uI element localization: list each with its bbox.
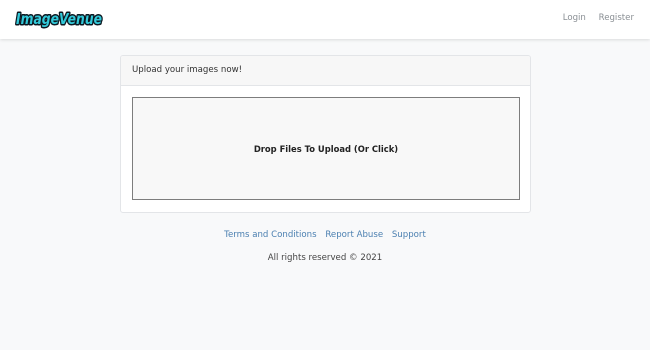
top-navbar: ImageVenue Login Register [0, 0, 650, 39]
support-link[interactable]: Support [392, 230, 426, 240]
upload-card-title: Upload your images now! [121, 56, 530, 86]
upload-card: Upload your images now! Drop Files To Up… [120, 55, 531, 213]
file-dropzone[interactable]: Drop Files To Upload (Or Click) [132, 97, 520, 200]
imagevenue-logo[interactable]: ImageVenue [15, 6, 105, 30]
copyright-text: All rights reserved © 2021 [267, 253, 383, 263]
report-abuse-link[interactable]: Report Abuse [325, 230, 383, 240]
footer-links: Terms and Conditions Report Abuse Suppor… [0, 230, 650, 240]
terms-link[interactable]: Terms and Conditions [224, 230, 316, 240]
logo-text: ImageVenue [16, 10, 102, 28]
login-link[interactable]: Login [563, 13, 586, 23]
nav-links: Login Register [553, 13, 634, 23]
register-link[interactable]: Register [599, 13, 634, 23]
dropzone-label: Drop Files To Upload (Or Click) [253, 143, 399, 154]
